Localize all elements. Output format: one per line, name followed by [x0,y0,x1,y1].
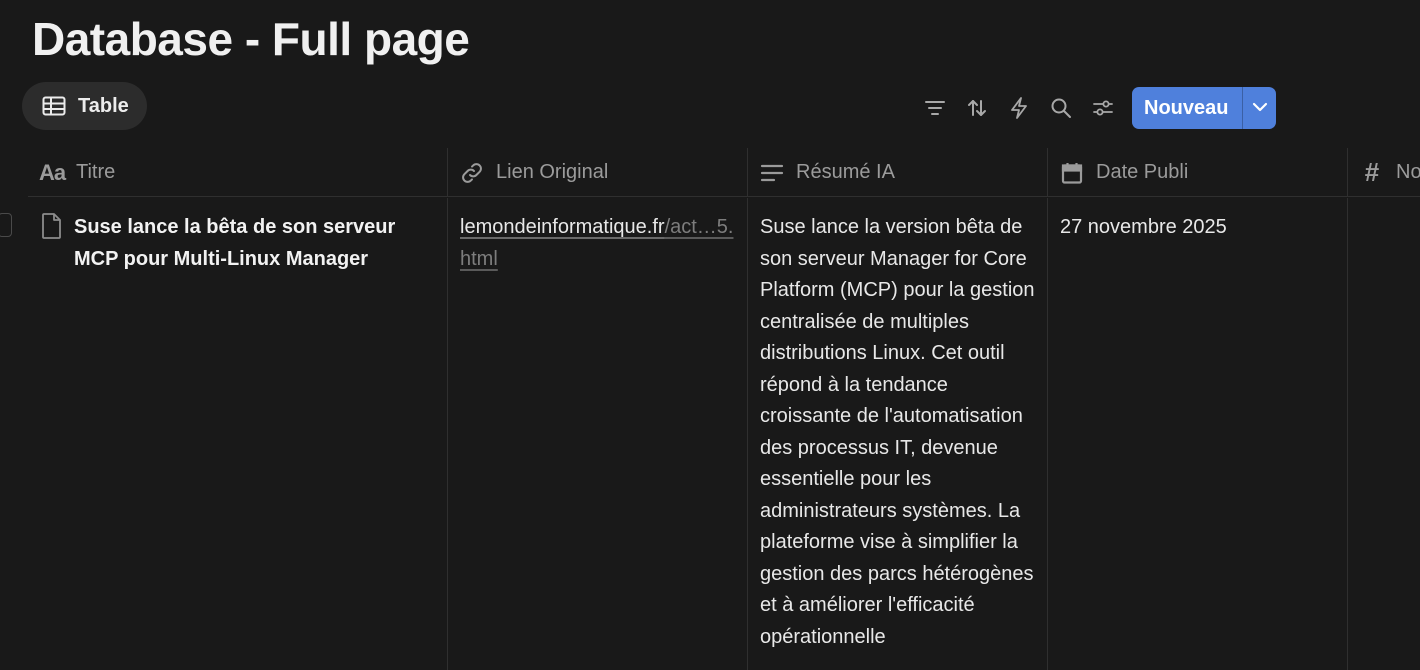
chevron-down-icon [1252,99,1268,117]
search-icon[interactable] [1040,87,1082,129]
column-header-lien-original[interactable]: Lien Original [448,148,748,197]
cell-resume-ia[interactable]: Suse lance la version bêta de son serveu… [748,198,1048,670]
new-button-dropdown[interactable] [1242,87,1276,129]
page-icon [40,212,64,670]
filter-icon[interactable] [914,87,956,129]
row-drag-handle[interactable] [0,213,12,237]
toolbar: Nouveau [914,87,1277,129]
page-title: Database - Full page [32,13,470,65]
new-button-group: Nouveau [1132,87,1277,129]
column-header-number[interactable]: # No [1348,148,1420,197]
column-header-resume-ia[interactable]: Résumé IA [748,148,1048,197]
link-domain[interactable]: lemondeinformatique.fr [460,216,665,238]
ai-summary-text: Suse lance la version bêta de son serveu… [760,216,1035,648]
cell-titre[interactable]: Suse lance la bêta de son serveur MCP po… [28,198,448,670]
column-header-label: Lien Original [496,161,609,183]
column-header-label: No [1396,161,1420,183]
text-icon [758,163,786,183]
calendar-icon [1058,162,1086,184]
automation-icon[interactable] [998,87,1040,129]
new-button[interactable]: Nouveau [1132,87,1242,129]
cell-number[interactable] [1348,198,1420,670]
table-header: Aa Titre Lien Original Résumé IA Date Pu… [28,148,1420,197]
column-header-date-publi[interactable]: Date Publi [1048,148,1348,197]
row-title[interactable]: Suse lance la bêta de son serveur MCP po… [74,212,435,670]
publication-date: 27 novembre 2025 [1060,216,1227,238]
column-header-label: Résumé IA [796,161,895,183]
table-row[interactable]: Suse lance la bêta de son serveur MCP po… [28,198,1420,670]
column-header-label: Titre [76,161,116,183]
view-tab-label: Table [78,94,129,117]
title-icon: Aa [38,159,66,185]
settings-icon[interactable] [1082,87,1124,129]
database-table: Aa Titre Lien Original Résumé IA Date Pu… [0,148,1420,670]
cell-date-publi[interactable]: 27 novembre 2025 [1048,198,1348,670]
column-header-titre[interactable]: Aa Titre [28,148,448,197]
number-icon: # [1364,157,1380,187]
link-icon [458,161,486,185]
table-icon [42,96,66,116]
sort-icon[interactable] [956,87,998,129]
cell-lien-original[interactable]: lemondeinformatique.fr/act…5.html [448,198,748,670]
view-tab-table[interactable]: Table [22,82,147,130]
original-link[interactable]: lemondeinformatique.fr/act…5.html [460,212,735,275]
column-header-label: Date Publi [1096,161,1189,183]
